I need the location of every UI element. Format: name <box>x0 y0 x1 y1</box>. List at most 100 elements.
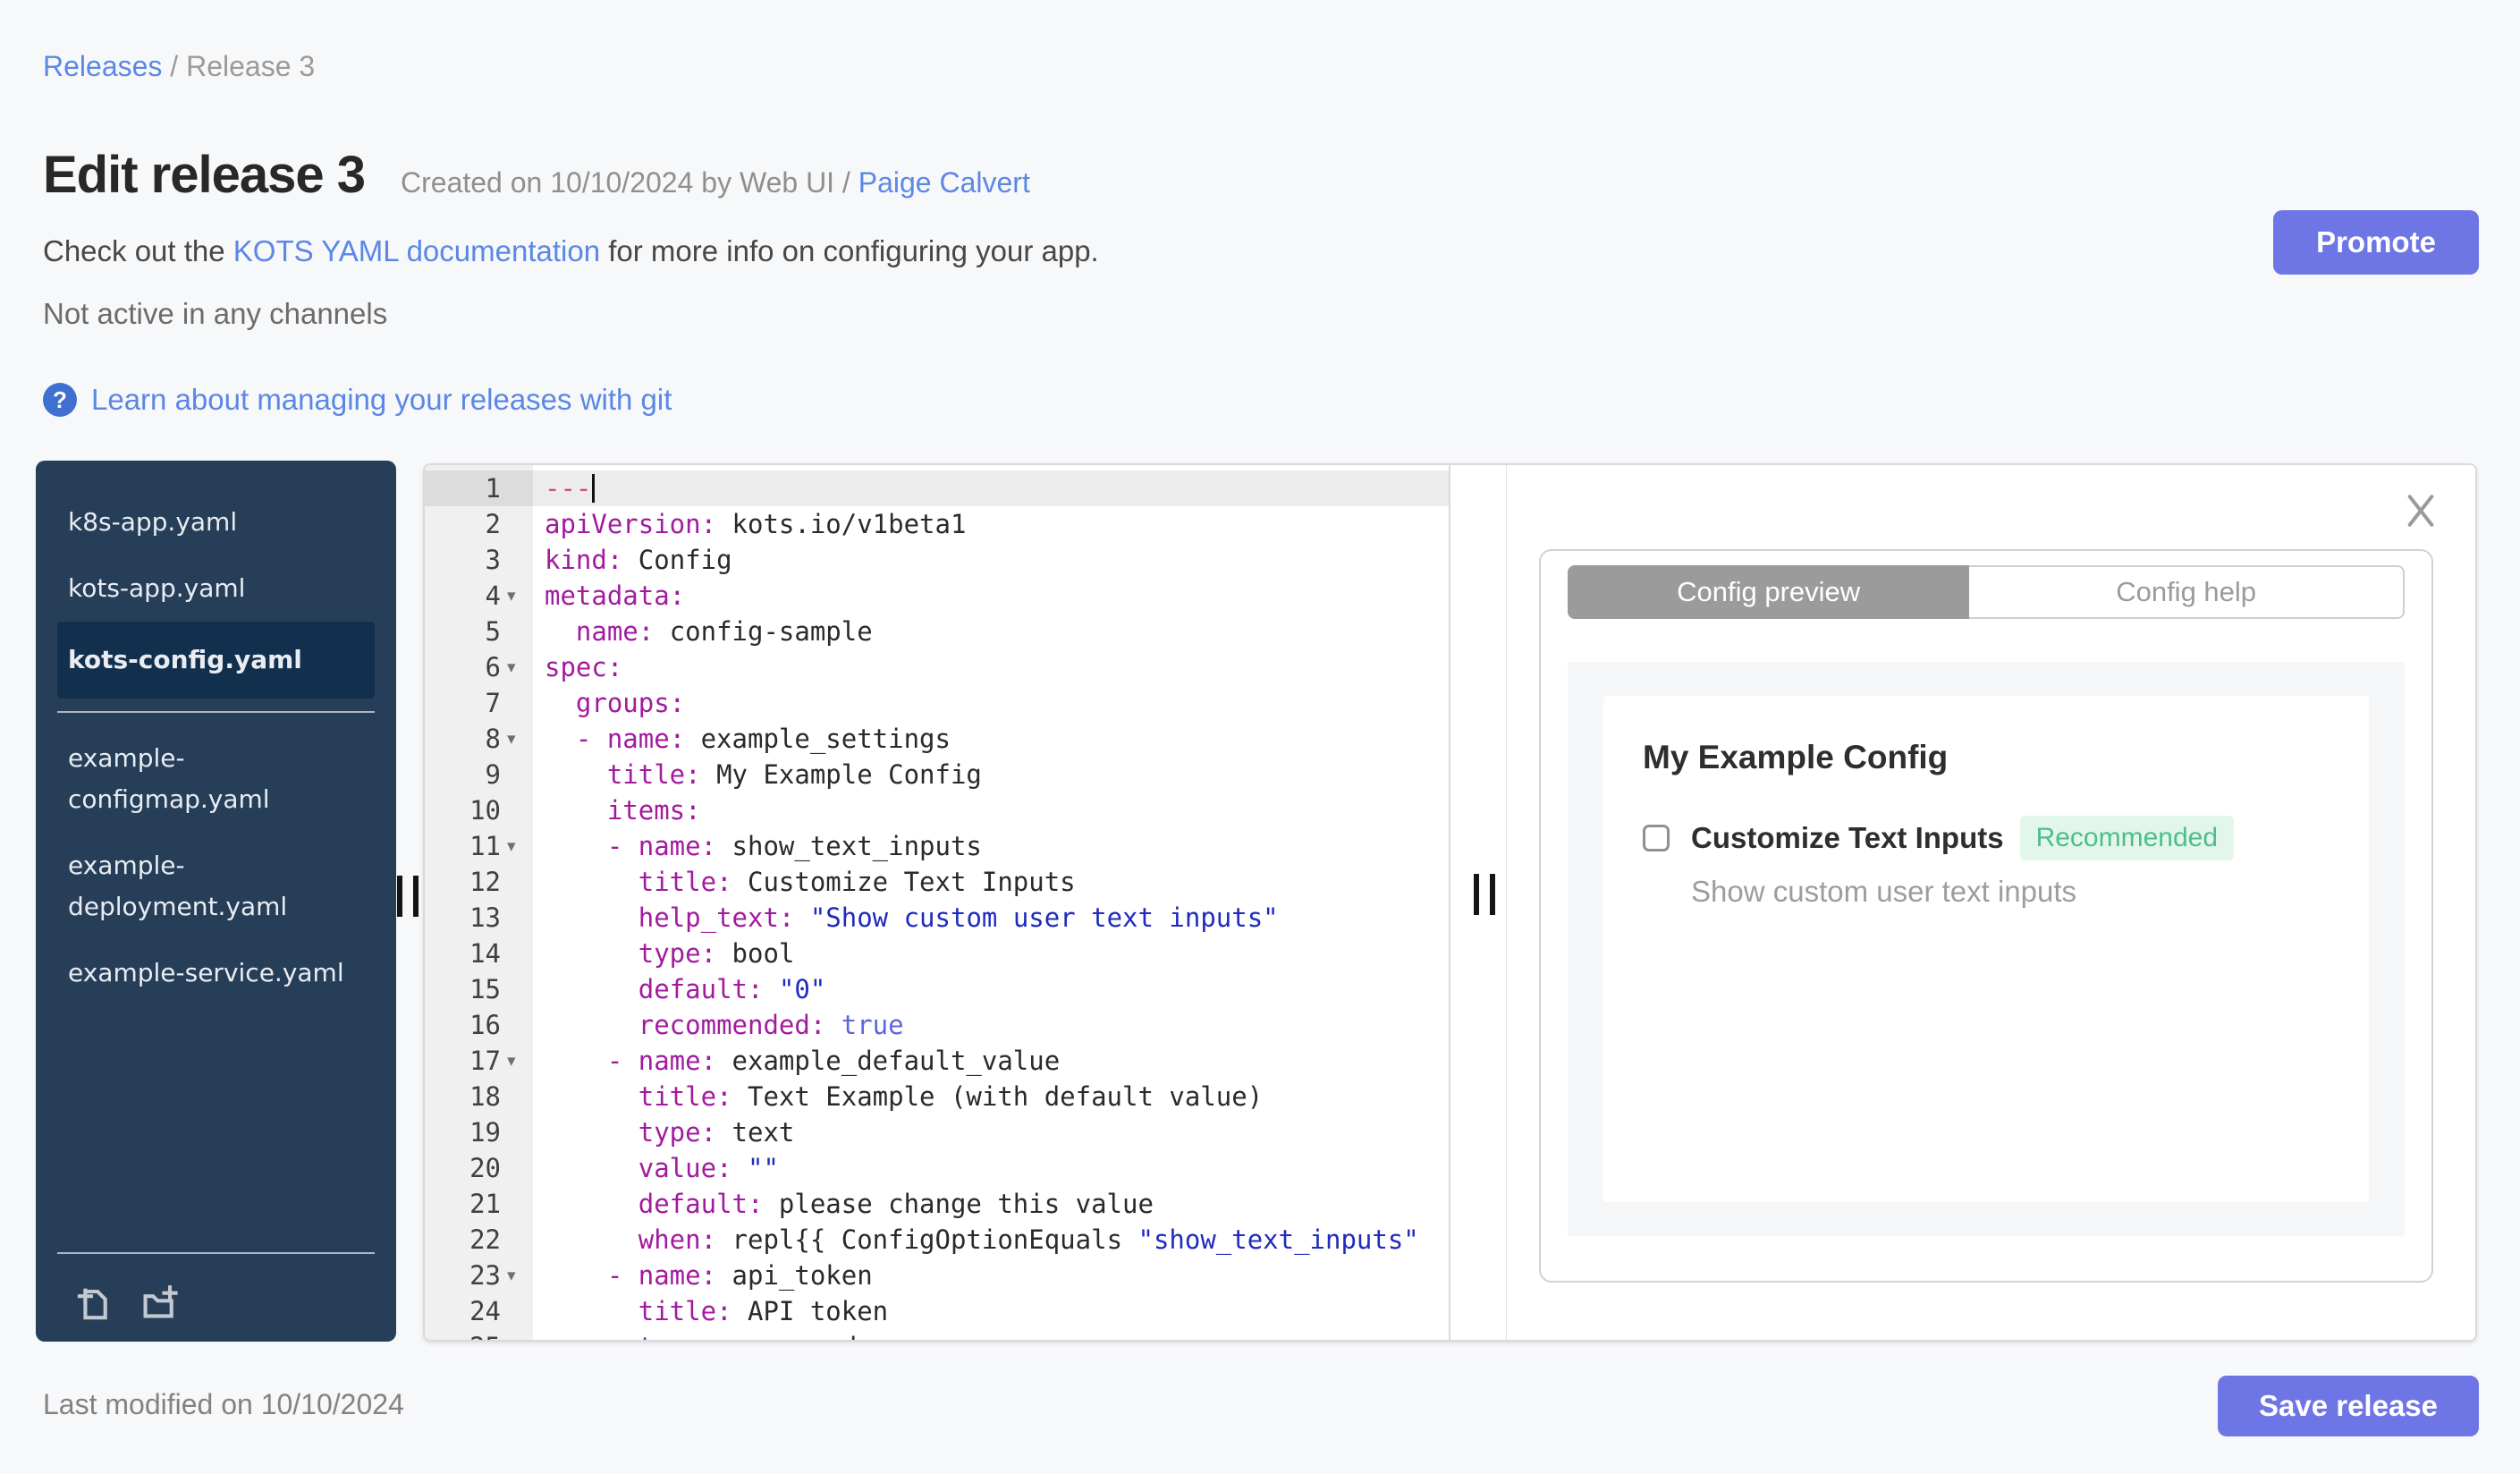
code-line[interactable]: 24 title: API token <box>425 1293 1449 1329</box>
file-tree-divider <box>57 711 375 713</box>
fold-arrow-icon[interactable]: ▾ <box>501 649 533 685</box>
fold-arrow-icon[interactable]: ▾ <box>501 721 533 757</box>
line-number: 22 <box>469 1224 501 1255</box>
created-meta: Created on 10/10/2024 by Web UI / Paige … <box>401 166 1030 199</box>
code-text: when: repl{{ ConfigOptionEquals "show_te… <box>638 1224 1419 1255</box>
code-line[interactable]: 17 ▾ - name: example_default_value <box>425 1043 1449 1079</box>
file-tree-footer <box>36 1240 396 1342</box>
code-text: - name: show_text_inputs <box>606 831 982 861</box>
fold-arrow-icon[interactable]: ▾ <box>501 828 533 864</box>
code-line[interactable]: 15 default: "0" <box>425 971 1449 1007</box>
code-line[interactable]: 7 groups: <box>425 685 1449 721</box>
sidebar-resize-handle[interactable] <box>397 876 419 917</box>
author-link[interactable]: Paige Calvert <box>858 166 1030 199</box>
fold-arrow-icon[interactable]: ▾ <box>501 1043 533 1079</box>
breadcrumb-current: Release 3 <box>186 50 316 82</box>
line-number: 8 <box>485 724 501 754</box>
code-line[interactable]: 22 when: repl{{ ConfigOptionEquals "show… <box>425 1222 1449 1258</box>
code-line[interactable]: 10 items: <box>425 792 1449 828</box>
line-number: 12 <box>469 867 501 897</box>
fold-arrow-icon[interactable]: ▾ <box>501 578 533 614</box>
code-line[interactable]: 3 kind: Config <box>425 542 1449 578</box>
git-releases-link[interactable]: Learn about managing your releases with … <box>91 383 672 417</box>
code-line[interactable]: 6 ▾ spec: <box>425 649 1449 685</box>
code-line[interactable]: 4 ▾ metadata: <box>425 578 1449 614</box>
code-text: title: Customize Text Inputs <box>638 867 1076 897</box>
code-text: help_text: "Show custom user text inputs… <box>638 902 1279 933</box>
line-number: 16 <box>469 1010 501 1040</box>
code-line[interactable]: 5 name: config-sample <box>425 614 1449 649</box>
tab-config-preview[interactable]: Config preview <box>1568 565 1970 619</box>
file-item[interactable]: example-configmap.yaml <box>57 725 375 833</box>
git-help-row: ? Learn about managing your releases wit… <box>43 383 672 417</box>
code-line[interactable]: 14 type: bool <box>425 936 1449 971</box>
line-number: 19 <box>469 1117 501 1148</box>
file-item[interactable]: example-service.yaml <box>57 940 375 1006</box>
file-item[interactable]: kots-config.yaml <box>57 622 375 699</box>
last-modified-text: Last modified on 10/10/2024 <box>43 1388 404 1420</box>
code-line[interactable]: 23 ▾ - name: api_token <box>425 1258 1449 1293</box>
docs-text-after: for more info on configuring your app. <box>600 234 1099 267</box>
code-line[interactable]: 13 help_text: "Show custom user text inp… <box>425 900 1449 936</box>
file-item[interactable]: kots-app.yaml <box>57 555 375 622</box>
line-number: 4 <box>485 580 501 611</box>
code-text: - name: api_token <box>606 1260 873 1291</box>
config-item-row: Customize Text Inputs Recommended <box>1643 816 2330 860</box>
code-line[interactable]: 12 title: Customize Text Inputs <box>425 864 1449 900</box>
code-text: - name: example_default_value <box>606 1046 1061 1076</box>
code-line[interactable]: 20 value: "" <box>425 1150 1449 1186</box>
code-text: default: please change this value <box>638 1189 1154 1219</box>
config-card: Config preview Config help My Example Co… <box>1539 549 2433 1283</box>
code-text: title: API token <box>638 1296 889 1326</box>
file-item[interactable]: k8s-app.yaml <box>57 489 375 555</box>
line-number: 2 <box>485 509 501 539</box>
file-tree-actions <box>36 1266 396 1342</box>
code-text: default: "0" <box>638 974 826 1004</box>
editor-resize-handle[interactable] <box>1474 874 1495 915</box>
file-item[interactable]: example-deployment.yaml <box>57 833 375 940</box>
code-line[interactable]: 21 default: please change this value <box>425 1186 1449 1222</box>
config-group-card: My Example Config Customize Text Inputs … <box>1603 696 2369 1202</box>
kots-docs-link[interactable]: KOTS YAML documentation <box>233 234 600 267</box>
code-text: type: bool <box>638 938 795 969</box>
add-file-icon[interactable] <box>72 1281 114 1324</box>
line-number: 14 <box>469 938 501 969</box>
line-number: 7 <box>485 688 501 718</box>
code-editor[interactable]: 1 --- 2 apiVersion: kots.io/v1beta1 3 kind: C… <box>425 465 1450 1340</box>
recommended-badge: Recommended <box>2019 816 2235 860</box>
customize-text-inputs-checkbox[interactable] <box>1643 825 1670 851</box>
code-text: recommended: true <box>638 1010 904 1040</box>
fold-arrow-icon[interactable]: ▾ <box>501 1258 533 1293</box>
code-text: kind: Config <box>545 545 732 575</box>
line-number: 17 <box>469 1046 501 1076</box>
code-line[interactable]: 9 title: My Example Config <box>425 757 1449 792</box>
breadcrumb: Releases / Release 3 <box>43 50 315 83</box>
line-number: 6 <box>485 652 501 682</box>
code-line[interactable]: 19 type: text <box>425 1114 1449 1150</box>
code-line[interactable]: 11 ▾ - name: show_text_inputs <box>425 828 1449 864</box>
line-number: 21 <box>469 1189 501 1219</box>
add-folder-icon[interactable] <box>138 1281 181 1324</box>
code-line[interactable]: 18 title: Text Example (with default val… <box>425 1079 1449 1114</box>
save-release-button[interactable]: Save release <box>2218 1376 2479 1436</box>
code-text: - name: example_settings <box>575 724 951 754</box>
code-line[interactable]: 8 ▾ - name: example_settings <box>425 721 1449 757</box>
config-item-label: Customize Text Inputs <box>1691 821 2004 854</box>
code-line[interactable]: 1 --- <box>425 470 1449 506</box>
code-line[interactable]: 16 recommended: true <box>425 1007 1449 1043</box>
tab-config-help[interactable]: Config help <box>1969 565 2405 619</box>
code-line[interactable]: 25 type: password <box>425 1329 1449 1340</box>
close-icon[interactable] <box>2404 494 2438 528</box>
promote-button[interactable]: Promote <box>2273 210 2479 275</box>
code-line[interactable]: 2 apiVersion: kots.io/v1beta1 <box>425 506 1449 542</box>
breadcrumb-releases-link[interactable]: Releases <box>43 50 162 82</box>
docs-line: Check out the KOTS YAML documentation fo… <box>43 234 1099 268</box>
